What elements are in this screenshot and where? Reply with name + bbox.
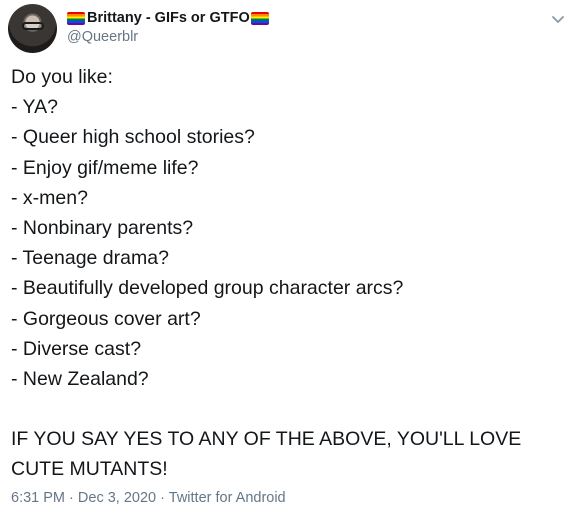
author-handle[interactable]: @Queerblr <box>67 29 138 45</box>
chevron-down-icon[interactable] <box>549 10 567 28</box>
tweet-intro: Do you like: <box>11 66 113 88</box>
tweet-card: Brittany - GIFs or GTFO @Queerblr Do you… <box>0 0 577 514</box>
tweet-time-link[interactable]: 6:31 PM <box>11 490 65 506</box>
meta-separator: · <box>160 490 165 506</box>
avatar[interactable] <box>8 4 57 53</box>
list-item: - Enjoy gif/meme life? <box>11 156 199 179</box>
list-item: - Nonbinary parents? <box>11 216 194 239</box>
tweet-cta-line-1: IF YOU SAY YES TO ANY OF THE ABOVE, YOU'… <box>11 428 522 451</box>
list-item: - YA? <box>11 96 58 119</box>
list-item: - New Zealand? <box>11 367 149 390</box>
tweet-body: Do you like: - YA? - Queer high school s… <box>11 62 571 485</box>
tweet-cta-line-2: CUTE MUTANTS! <box>11 458 168 481</box>
list-item: - Teenage drama? <box>11 247 169 270</box>
list-item: - Gorgeous cover art? <box>11 307 201 330</box>
author-name-row[interactable]: Brittany - GIFs or GTFO <box>67 8 269 28</box>
author-display-name[interactable]: Brittany - GIFs or GTFO <box>87 10 250 26</box>
rainbow-flag-icon <box>250 11 269 25</box>
list-item: - Beautifully developed group character … <box>11 277 404 300</box>
list-item: - x-men? <box>11 186 88 209</box>
avatar-glasses <box>22 22 44 30</box>
tweet-date-link[interactable]: Dec 3, 2020 <box>78 490 156 506</box>
list-item: - Queer high school stories? <box>11 126 255 149</box>
rainbow-flag-icon <box>67 11 85 25</box>
list-item: - Diverse cast? <box>11 337 142 360</box>
tweet-source-link[interactable]: Twitter for Android <box>169 490 286 506</box>
tweet-meta: 6:31 PM · Dec 3, 2020 · Twitter for Andr… <box>11 490 286 506</box>
meta-separator: · <box>69 490 74 506</box>
